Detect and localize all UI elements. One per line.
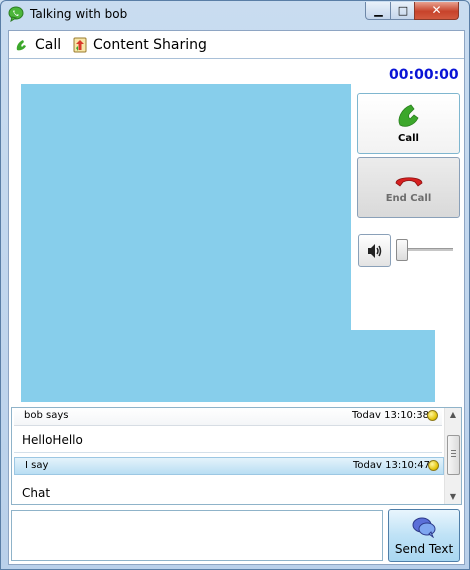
grip-line [451,450,456,451]
window-title: Talking with bob [30,7,128,21]
call-button-label: Call [398,133,419,144]
message-header: I say Todav 13:10:47 [14,457,444,475]
scroll-up-arrow-icon[interactable]: ▲ [445,408,461,422]
speaker-icon [367,243,381,258]
call-timer: 00:00:00 [389,67,459,83]
toolbar-content-sharing-button[interactable]: Content Sharing [73,36,207,54]
volume-slider-track[interactable] [401,248,453,251]
message-time: Todav 13:10:47 [353,460,431,471]
send-text-label: Send Text [394,541,454,556]
call-button[interactable]: Call [357,93,460,154]
toolbar-call-button[interactable]: Call [15,36,61,54]
content-sharing-icon [73,37,87,53]
message-input[interactable] [11,510,383,561]
chat-scrollbar[interactable]: ▲ ▼ [444,408,461,504]
chat-history: bob says Todav 13:10:38 HelloHello I say… [11,407,462,505]
toolbar: Call Content Sharing [9,31,464,59]
toolbar-call-label: Call [35,37,62,53]
minimize-icon: ▁ [374,4,383,17]
close-button[interactable]: ✕ [414,2,459,20]
grip-line [451,456,456,457]
minimize-button[interactable]: ▁ [365,2,392,20]
volume-button[interactable] [358,234,391,267]
status-dot-icon [427,410,438,421]
app-window: Talking with bob ▁ □ ✕ Call Content Shar… [0,0,470,570]
grip-line [451,453,456,454]
maximize-button[interactable]: □ [390,2,416,20]
message-time: Todav 13:10:38 [352,410,430,421]
client-area: Call Content Sharing 00:00:00 Call End C… [8,30,465,565]
scroll-thumb[interactable] [447,435,460,475]
video-area-extension [351,330,435,402]
close-icon: ✕ [431,3,442,17]
volume-slider-thumb[interactable] [396,239,408,261]
chat-bubble-icon [8,6,24,23]
send-text-button[interactable]: Send Text [388,509,460,562]
phone-icon [398,104,419,127]
message-header: bob says Todav 13:10:38 [14,408,442,426]
status-dot-icon [428,460,439,471]
chat-bubbles-icon [412,517,436,538]
message-text: HelloHello [22,433,83,447]
scroll-down-arrow-icon[interactable]: ▼ [445,490,461,504]
toolbar-content-sharing-label: Content Sharing [93,37,207,53]
maximize-icon: □ [397,4,409,17]
hang-up-icon [395,177,422,187]
message-divider [14,452,442,453]
video-area [21,84,351,402]
end-call-button[interactable]: End Call [357,157,460,218]
message-sender: I say [25,460,49,471]
end-call-button-label: End Call [385,193,432,204]
phone-icon [16,40,26,51]
title-bar[interactable]: Talking with bob ▁ □ ✕ [1,1,469,29]
message-sender: bob says [24,410,69,421]
message-text: Chat [22,486,51,500]
